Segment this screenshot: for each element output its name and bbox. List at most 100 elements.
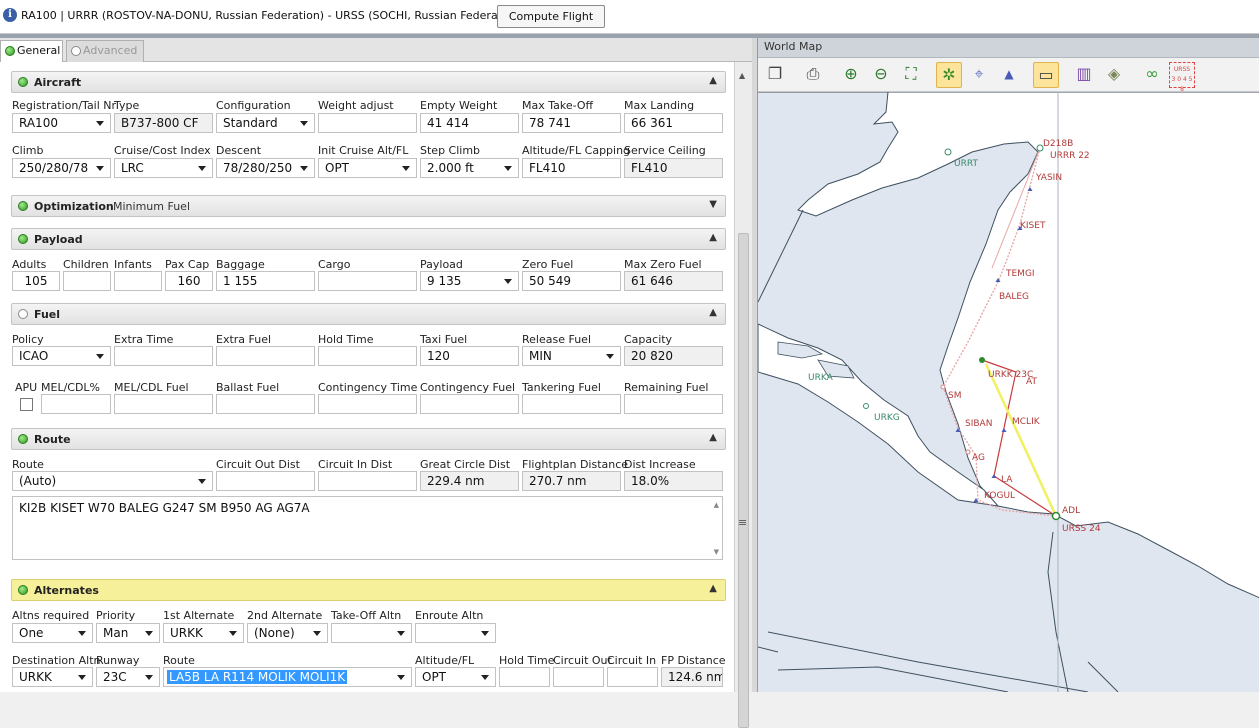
destination-altn-select[interactable]: URKK: [12, 667, 93, 687]
circuit-out-input[interactable]: [553, 667, 604, 687]
cruise-select[interactable]: LRC: [114, 158, 213, 178]
tab-general[interactable]: General: [0, 40, 63, 62]
adults-input[interactable]: 105: [12, 271, 60, 291]
policy-select[interactable]: ICAO: [12, 346, 111, 366]
contingency-time-input[interactable]: [318, 394, 417, 414]
urss-airport-icon[interactable]: [1051, 511, 1061, 521]
urkk-airport-icon[interactable]: [979, 357, 985, 363]
scroll-down-icon[interactable]: ▼: [714, 548, 719, 556]
status-dot-icon: [18, 434, 28, 444]
max-takeoff-input[interactable]: 78 741: [522, 113, 621, 133]
enroute-altn-select[interactable]: [415, 623, 496, 643]
pax-cap-input[interactable]: 160: [165, 271, 213, 291]
altns-required-select[interactable]: One: [12, 623, 93, 643]
mel-cdl-pct-input[interactable]: [41, 394, 111, 414]
zero-fuel-input[interactable]: 50 549: [522, 271, 621, 291]
form-scrollbar-thumb[interactable]: [738, 233, 749, 728]
metar-badge-icon[interactable]: URSS 3 0 4 5 8: [1169, 62, 1195, 93]
chevron-up-icon[interactable]: ▲: [709, 232, 717, 243]
empty-weight-input[interactable]: 41 414: [420, 113, 519, 133]
label-altns-required: Altns required: [12, 609, 90, 622]
alt-capping-input[interactable]: FL410: [522, 158, 621, 178]
configuration-select[interactable]: Standard: [216, 113, 315, 133]
1st-alternate-select[interactable]: URKK: [163, 623, 244, 643]
2nd-alternate-select[interactable]: (None): [247, 623, 328, 643]
extra-time-input[interactable]: [114, 346, 213, 366]
label-options-icon[interactable]: ▭: [1033, 62, 1059, 88]
chevron-up-icon[interactable]: ▲: [709, 583, 717, 594]
tankering-fuel-input[interactable]: [522, 394, 621, 414]
descent-select[interactable]: 78/280/250: [216, 158, 315, 178]
waypoint-icon[interactable]: ⌖: [966, 62, 992, 88]
great-circle-dist-field: 229.4 nm: [420, 471, 519, 491]
terrain-icon[interactable]: ◈: [1101, 62, 1127, 88]
label-alt-capping: Altitude/FL Capping: [522, 144, 631, 157]
tab-advanced[interactable]: Advanced: [66, 40, 144, 62]
alt-route-selected-text: LA5B LA R114 MOLIK MOLI1K: [167, 670, 348, 684]
runway-select[interactable]: 23C: [96, 667, 160, 687]
section-aircraft[interactable]: Aircraft ▲: [11, 71, 726, 93]
mel-cdl-fuel-input[interactable]: [114, 394, 213, 414]
climb-select[interactable]: 250/280/78: [12, 158, 111, 178]
init-cruise-select[interactable]: OPT: [318, 158, 417, 178]
label-mel-cdl-fuel: MEL/CDL Fuel: [114, 381, 189, 394]
fit-view-icon[interactable]: ⛶: [898, 62, 924, 88]
print-icon[interactable]: ⎙: [800, 62, 826, 88]
map-label-mclik: MCLIK: [1012, 417, 1041, 427]
zoom-out-icon[interactable]: ⊖: [868, 62, 894, 88]
section-fuel[interactable]: Fuel ▲: [11, 303, 726, 325]
scroll-up-icon[interactable]: ▲: [739, 71, 745, 80]
section-alternates[interactable]: Alternates ▲: [11, 579, 726, 601]
compute-flight-button[interactable]: Compute Flight: [497, 5, 605, 28]
route-select[interactable]: (Auto): [12, 471, 213, 491]
step-climb-select[interactable]: 2.000 ft: [420, 158, 519, 178]
alt-hold-time-input[interactable]: [499, 667, 550, 687]
taxi-fuel-input[interactable]: 120: [420, 346, 519, 366]
window-icon[interactable]: ❐: [762, 62, 788, 88]
info-icon[interactable]: i: [3, 8, 17, 22]
infants-input[interactable]: [114, 271, 162, 291]
priority-select[interactable]: Man: [96, 623, 160, 643]
circuit-in-dist-input[interactable]: [318, 471, 417, 491]
settings-icon[interactable]: ✲: [936, 62, 962, 88]
extra-fuel-input[interactable]: [216, 346, 315, 366]
ballast-fuel-input[interactable]: [216, 394, 315, 414]
route-link-icon[interactable]: ∞: [1139, 62, 1165, 88]
hold-time-input[interactable]: [318, 346, 417, 366]
remaining-fuel-input[interactable]: [624, 394, 723, 414]
payload-select[interactable]: 9 135: [420, 271, 519, 291]
section-optimization[interactable]: Optimization Minimum Fuel ▼: [11, 195, 726, 217]
circuit-in-input[interactable]: [607, 667, 658, 687]
world-map-canvas[interactable]: D218B URRR 22 YASIN KISET TEMGI BALEG UR…: [758, 92, 1259, 692]
status-dot-icon: [18, 201, 28, 211]
splitter-grip-icon[interactable]: ≡: [738, 516, 747, 529]
cargo-input[interactable]: [318, 271, 417, 291]
children-input[interactable]: [63, 271, 111, 291]
triangle-icon[interactable]: ▲: [996, 62, 1022, 88]
chevron-up-icon[interactable]: ▲: [709, 432, 717, 443]
route-text-area[interactable]: KI2B KISET W70 BALEG G247 SM B950 AG AG7…: [12, 496, 723, 560]
chevron-down-icon[interactable]: ▼: [709, 199, 717, 210]
airspace-icon[interactable]: ▥: [1071, 62, 1097, 88]
max-landing-input[interactable]: 66 361: [624, 113, 723, 133]
status-dot-icon: [18, 585, 28, 595]
chevron-up-icon[interactable]: ▲: [709, 75, 717, 86]
registration-select[interactable]: RA100: [12, 113, 111, 133]
alt-route-select[interactable]: LA5B LA R114 MOLIK MOLI1K: [163, 667, 412, 687]
chevron-up-icon[interactable]: ▲: [709, 307, 717, 318]
section-payload[interactable]: Payload ▲: [11, 228, 726, 250]
takeoff-altn-select[interactable]: [331, 623, 412, 643]
section-route[interactable]: Route ▲: [11, 428, 726, 450]
apu-checkbox[interactable]: [20, 398, 33, 411]
zoom-in-icon[interactable]: ⊕: [838, 62, 864, 88]
section-title: Fuel: [34, 308, 61, 321]
map-label-siban: SIBAN: [965, 419, 992, 429]
badge-bottom-text: 3 0 4 5 8: [1171, 76, 1193, 93]
baggage-input[interactable]: 1 155: [216, 271, 315, 291]
circuit-out-dist-input[interactable]: [216, 471, 315, 491]
release-fuel-select[interactable]: MIN: [522, 346, 621, 366]
altitude-fl-select[interactable]: OPT: [415, 667, 496, 687]
scroll-up-icon[interactable]: ▲: [714, 501, 719, 509]
weight-adjust-input[interactable]: [318, 113, 417, 133]
contingency-fuel-input[interactable]: [420, 394, 519, 414]
